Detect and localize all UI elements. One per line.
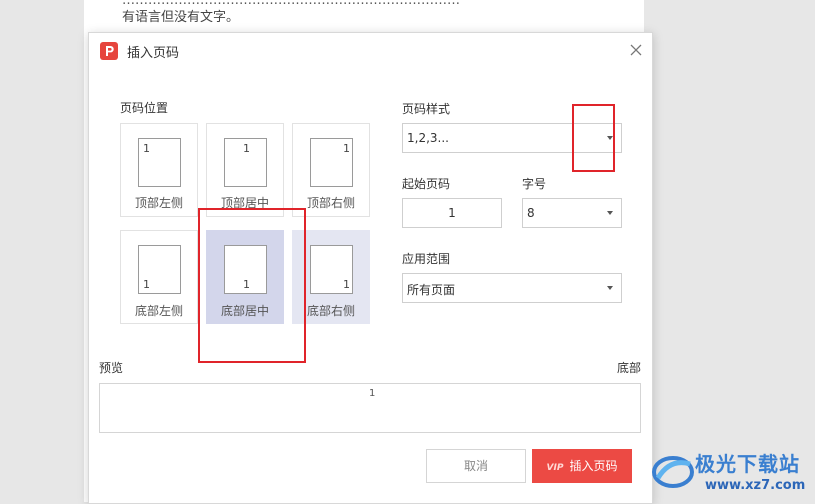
position-bottom-left[interactable]: 1 底部左侧 [120, 230, 198, 324]
watermark-brand: 极光下载站 [695, 452, 800, 476]
page-number: 1 [143, 278, 150, 291]
position-caption: 底部居中 [220, 304, 269, 318]
start-page-input[interactable]: 1 [402, 198, 502, 228]
position-top-right[interactable]: 1 顶部右侧 [292, 123, 370, 217]
page-number: 1 [343, 278, 350, 291]
start-page-label: 起始页码 [402, 177, 451, 191]
document-text-line: 有语言但没有文字。 [122, 10, 240, 25]
watermark-logo-icon [650, 448, 696, 494]
preview-page-number: 1 [369, 388, 376, 399]
font-size-label: 字号 [522, 177, 547, 191]
position-bottom-right[interactable]: 1 底部右侧 [292, 230, 370, 324]
position-caption: 顶部右侧 [306, 196, 355, 210]
position-top-left[interactable]: 1 顶部左侧 [120, 123, 198, 217]
vip-badge: VIP [546, 463, 564, 473]
scope-select[interactable]: 所有页面 [402, 273, 622, 303]
insert-page-number-button[interactable]: VIP 插入页码 [532, 449, 632, 483]
close-icon[interactable] [628, 42, 644, 58]
cancel-button[interactable]: 取消 [426, 449, 526, 483]
position-top-center[interactable]: 1 顶部居中 [206, 123, 284, 217]
position-caption: 底部右侧 [306, 304, 355, 318]
style-value: 1,2,3... [407, 131, 449, 145]
insert-button-label: 插入页码 [569, 459, 618, 473]
page-number: 1 [243, 278, 250, 291]
chevron-down-icon [607, 286, 613, 290]
page-number: 1 [143, 142, 150, 155]
preview-area: 1 [99, 383, 641, 433]
watermark: 极光下载站 www.xz7.com [650, 446, 815, 502]
font-size-select[interactable]: 8 [522, 198, 622, 228]
position-caption: 顶部居中 [220, 196, 269, 210]
preview-position-text: 底部 [617, 361, 642, 375]
app-logo-icon [100, 42, 118, 60]
page-number: 1 [343, 142, 350, 155]
scope-label: 应用范围 [402, 252, 451, 266]
position-caption: 底部左侧 [134, 304, 183, 318]
insert-page-number-dialog: 插入页码 页码位置 1 顶部左侧 1 顶部居中 1 顶部右侧 1 底部左侧 1 … [88, 32, 653, 504]
dialog-title: 插入页码 [127, 46, 180, 61]
position-caption: 顶部左侧 [134, 196, 183, 210]
scope-value: 所有页面 [407, 283, 456, 297]
position-label: 页码位置 [120, 101, 169, 115]
chevron-down-icon [607, 136, 613, 140]
position-bottom-center[interactable]: 1 底部居中 [206, 230, 284, 324]
style-select[interactable]: 1,2,3... [402, 123, 622, 153]
page-number: 1 [243, 142, 250, 155]
style-label: 页码样式 [402, 102, 451, 116]
preview-label: 预览 [99, 361, 124, 375]
chevron-down-icon [607, 211, 613, 215]
font-size-value: 8 [527, 206, 535, 220]
watermark-url: www.xz7.com [705, 478, 806, 493]
